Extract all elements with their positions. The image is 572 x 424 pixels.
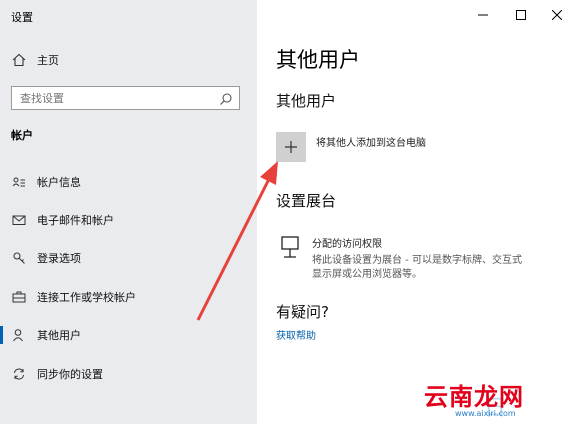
maximize-icon (516, 10, 526, 20)
sidebar-item-label: 其他用户 (37, 329, 81, 342)
plus-icon (285, 141, 297, 153)
sync-icon (11, 366, 27, 382)
minimize-icon (478, 14, 488, 16)
section-title: 帐户 (11, 129, 33, 142)
briefcase-icon (11, 289, 27, 305)
close-icon (552, 10, 562, 20)
watermark-url: www.aixiri.com (455, 409, 516, 418)
watermark-logo: 云南龙网 (424, 383, 524, 411)
close-button[interactable] (542, 4, 572, 26)
window-title: 设置 (11, 11, 33, 24)
assigned-access-desc-line1: 将此设备设置为展台 - 可以是数字标牌、交互式 (312, 255, 522, 266)
sidebar-item-label: 登录选项 (37, 252, 81, 265)
search-box[interactable] (11, 86, 240, 110)
home-icon (11, 52, 27, 68)
search-input[interactable] (18, 90, 219, 106)
key-icon (11, 250, 27, 266)
sidebar-item-label: 连接工作或学校帐户 (37, 291, 136, 304)
annotation-arrow (196, 161, 278, 321)
assigned-access-desc-line2: 显示屏或公用浏览器等。 (312, 269, 422, 280)
sidebar-item-sync[interactable]: 同步你的设置 (0, 359, 257, 389)
maximize-button[interactable] (506, 4, 536, 26)
search-icon[interactable] (219, 91, 233, 105)
mail-icon (11, 212, 27, 228)
sidebar-item-label: 主页 (37, 54, 59, 67)
sidebar-item-label: 同步你的设置 (37, 368, 103, 381)
account-info-icon (11, 174, 27, 190)
page-title: 其他用户 (276, 48, 360, 72)
sidebar-item-home[interactable]: 主页 (0, 45, 257, 75)
sidebar-item-label: 电子邮件和帐户 (37, 214, 114, 227)
assigned-access-title[interactable]: 分配的访问权限 (312, 235, 382, 250)
add-user-label[interactable]: 将其他人添加到这台电脑 (316, 134, 426, 149)
section-heading-other-users: 其他用户 (276, 92, 337, 110)
sidebar-item-label: 帐户信息 (37, 176, 81, 189)
person-icon (11, 327, 27, 343)
minimize-button[interactable] (468, 4, 498, 26)
get-help-link[interactable]: 获取帮助 (276, 327, 316, 342)
